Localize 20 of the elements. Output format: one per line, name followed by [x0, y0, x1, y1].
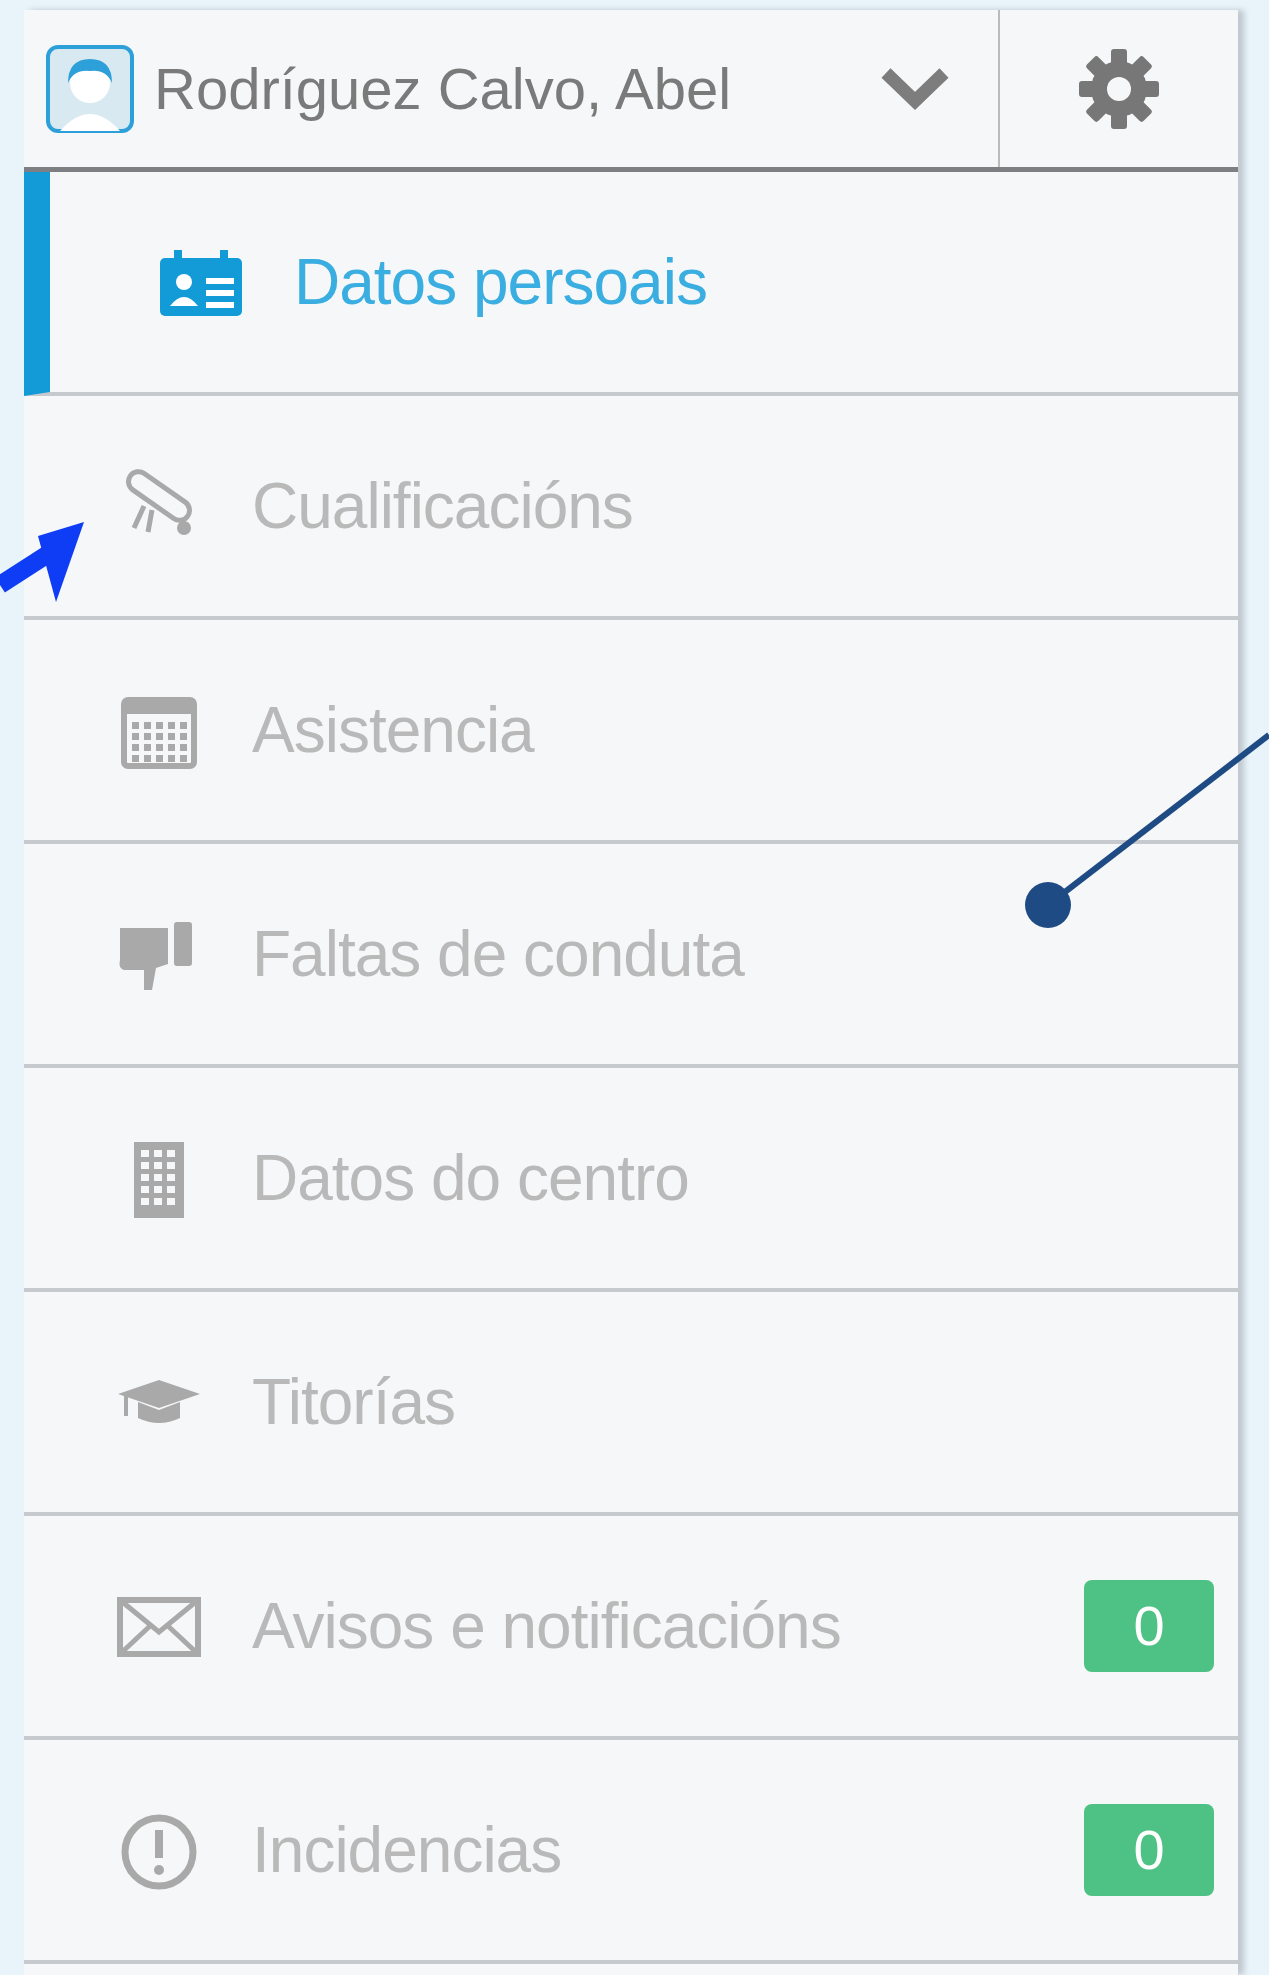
- menu-item[interactable]: Incidencias 0: [24, 1740, 1238, 1964]
- settings-icon[interactable]: [1077, 46, 1161, 131]
- menu-label: Incidencias: [252, 1813, 562, 1888]
- menu-label: Datos do centro: [252, 1141, 689, 1216]
- chevron-down-icon[interactable]: [880, 66, 950, 111]
- user-name: Rodríguez Calvo, Abel: [154, 55, 732, 123]
- count-badge: 0: [1084, 1580, 1214, 1672]
- menu-item[interactable]: Titorías: [24, 1292, 1238, 1516]
- menu-label: Faltas de conduta: [252, 917, 744, 992]
- menu-item[interactable]: Datos do centro: [24, 1068, 1238, 1292]
- count-badge: 0: [1084, 1804, 1214, 1896]
- menu-label: Titorías: [252, 1365, 455, 1440]
- menu-item[interactable]: Datos persoais: [24, 172, 1238, 396]
- menu-label: Avisos e notificacións: [252, 1589, 841, 1664]
- menu-label: Asistencia: [252, 693, 534, 768]
- avatar-icon: [46, 44, 134, 133]
- menu-label: Cualificacións: [252, 469, 633, 544]
- menu-item[interactable]: Avisos e notificacións 0: [24, 1516, 1238, 1740]
- menu-item[interactable]: Asistencia: [24, 620, 1238, 844]
- menu-label: Datos persoais: [294, 245, 707, 320]
